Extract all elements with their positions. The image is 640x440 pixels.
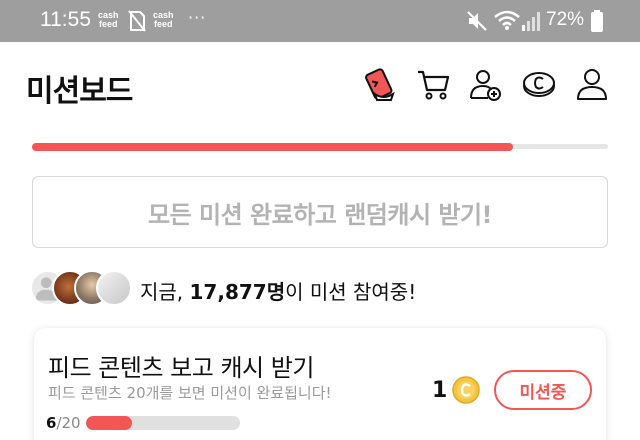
cashfeed-notification-icon: cash feed <box>153 10 174 29</box>
status-time: 11:55 <box>40 8 91 31</box>
signal-icon <box>522 12 540 31</box>
reward-banner-label: 모든 미션 완료하고 랜덤캐시 받기! <box>148 200 493 229</box>
mission-card[interactable]: 피드 콘텐츠 보고 캐시 받기 피드 콘텐츠 20개를 보면 미션이 완료됩니다… <box>34 328 606 440</box>
participants-count-text: 지금, 17,877명이 미션 참여중! <box>140 280 417 304</box>
profile-icon[interactable] <box>572 64 612 104</box>
add-friend-icon[interactable] <box>466 64 506 104</box>
mission-description: 피드 콘텐츠 20개를 보면 미션이 완료됩니다! <box>48 384 332 402</box>
mute-icon <box>467 11 487 31</box>
wifi-icon <box>494 10 520 30</box>
mission-progress-bar <box>86 416 240 430</box>
mission-board-progress-fill <box>32 143 513 151</box>
mission-status-button[interactable]: 미션중 <box>494 370 592 410</box>
random-cash-reward-button[interactable]: 모든 미션 완료하고 랜덤캐시 받기! <box>32 176 608 248</box>
ticket-icon[interactable] <box>361 64 401 104</box>
more-notifications-icon: ··· <box>188 8 207 27</box>
avatar <box>96 270 132 306</box>
cash-coin-icon[interactable] <box>519 64 559 104</box>
mission-title: 피드 콘텐츠 보고 캐시 받기 <box>48 354 314 382</box>
cart-icon[interactable] <box>414 64 454 104</box>
battery-percent: 72% <box>546 9 585 30</box>
page-title: 미션보드 <box>26 74 133 109</box>
mission-board-progress-bar <box>32 143 608 151</box>
mission-progress-fill <box>86 416 133 430</box>
battery-icon <box>591 10 603 32</box>
cashfeed-notification-icon: cash feed <box>98 10 119 29</box>
participant-avatars <box>30 270 132 306</box>
status-bar: 11:55 cash feed cash feed ··· 72% <box>0 0 640 42</box>
coin-icon <box>452 376 480 404</box>
no-sim-icon <box>128 10 146 32</box>
mission-progress-count: 6/20 <box>46 414 81 432</box>
mission-reward-amount: 1 <box>432 378 448 403</box>
